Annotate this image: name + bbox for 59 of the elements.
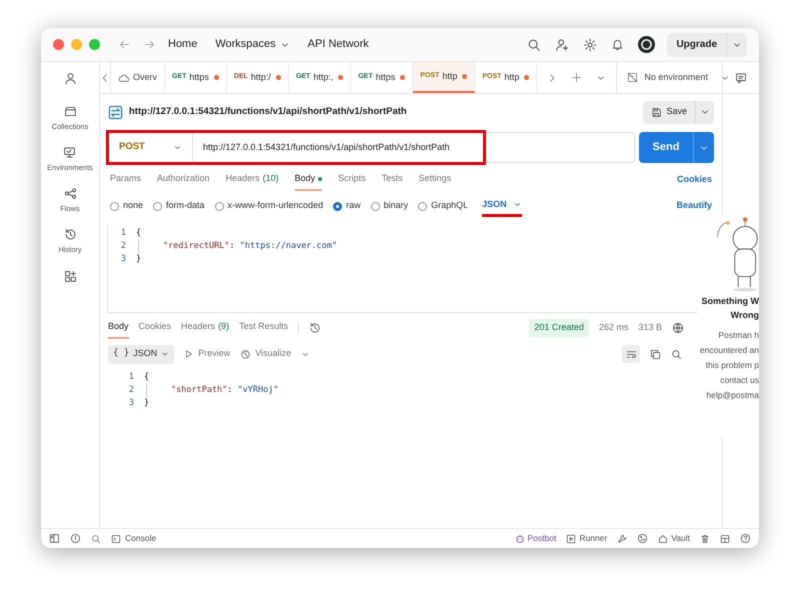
- cookies-link[interactable]: Cookies: [676, 169, 712, 191]
- line-number: 2: [120, 240, 127, 253]
- error-message: this problem p: [706, 359, 759, 372]
- upgrade-button[interactable]: Upgrade: [667, 32, 726, 56]
- status-badge: 201 Created: [529, 319, 589, 337]
- code-line: {: [136, 227, 142, 240]
- request-section-tab[interactable]: Body: [294, 169, 322, 191]
- send-button[interactable]: Send: [639, 132, 693, 163]
- nav-menu[interactable]: Workspaces: [215, 36, 290, 53]
- status-bar-button[interactable]: Runner: [566, 532, 608, 545]
- line-number: 1: [120, 227, 127, 240]
- response-time: 262 ms: [598, 321, 628, 334]
- error-message: contact us: [720, 374, 759, 387]
- nav-link[interactable]: API Network: [308, 36, 369, 53]
- error-message: Postman h: [718, 329, 759, 342]
- format-dropdown[interactable]: { } JSON: [108, 344, 174, 364]
- line-number: 2: [128, 384, 135, 397]
- body-type-radio[interactable]: binary: [370, 199, 408, 213]
- response-tab[interactable]: Cookies: [138, 317, 172, 339]
- environment-selector[interactable]: No environment: [617, 70, 740, 84]
- request-section-tab[interactable]: Params: [110, 169, 142, 191]
- response-tab[interactable]: Body: [108, 317, 129, 339]
- error-title: Something W: [702, 295, 759, 308]
- status-bar-button[interactable]: Postbot: [514, 532, 556, 545]
- line-number: 1: [128, 371, 135, 384]
- line-number: 3: [128, 397, 135, 410]
- url-bar[interactable]: POST http://127.0.0.1:54321/functions/v1/api/shortPath/v1/shortPath: [108, 132, 635, 163]
- body-type-radio[interactable]: x-www-form-urlencoded: [214, 199, 324, 213]
- body-type-radio[interactable]: form-data: [153, 199, 205, 213]
- code-line: }: [136, 253, 142, 266]
- error-message: encountered an: [700, 344, 759, 357]
- request-title: http://127.0.0.1:54321/functions/v1/api/shortPath/v1/shortPath: [129, 104, 407, 119]
- body-type-radio[interactable]: raw: [333, 199, 361, 213]
- error-title: Wrong: [730, 309, 759, 322]
- response-size: 313 B: [638, 321, 662, 334]
- request-section-tab[interactable]: Authorization: [157, 169, 210, 191]
- status-bar-button[interactable]: Vault: [658, 532, 690, 545]
- request-section-tab[interactable]: Settings: [418, 169, 452, 191]
- code-line: "shortPath": "vYRHoj": [146, 384, 278, 397]
- error-message: help@postma: [706, 389, 759, 402]
- response-tab[interactable]: Headers (9): [181, 317, 230, 339]
- code-line: {: [144, 371, 150, 384]
- code-line: }: [144, 397, 150, 410]
- body-type-radio[interactable]: none: [110, 199, 144, 213]
- body-type-radio[interactable]: GraphQL: [418, 199, 468, 213]
- code-line: "redirectURL": "https://naver.com": [138, 240, 338, 253]
- nav-link[interactable]: Home: [168, 36, 198, 53]
- beautify-link[interactable]: Beautify: [676, 199, 712, 213]
- format-dropdown[interactable]: JSON: [482, 195, 522, 217]
- console-button[interactable]: Console: [111, 532, 156, 545]
- method-dropdown[interactable]: POST: [109, 133, 193, 162]
- response-tab[interactable]: Test Results: [239, 317, 288, 339]
- save-button[interactable]: Save: [643, 100, 695, 124]
- line-number: 3: [120, 253, 127, 266]
- request-section-tab[interactable]: Headers (10): [226, 169, 279, 191]
- preview-button[interactable]: Preview: [184, 347, 230, 361]
- request-section-tab[interactable]: Tests: [382, 169, 403, 191]
- request-section-tab[interactable]: Scripts: [338, 169, 366, 191]
- visualize-button[interactable]: Visualize: [240, 347, 292, 361]
